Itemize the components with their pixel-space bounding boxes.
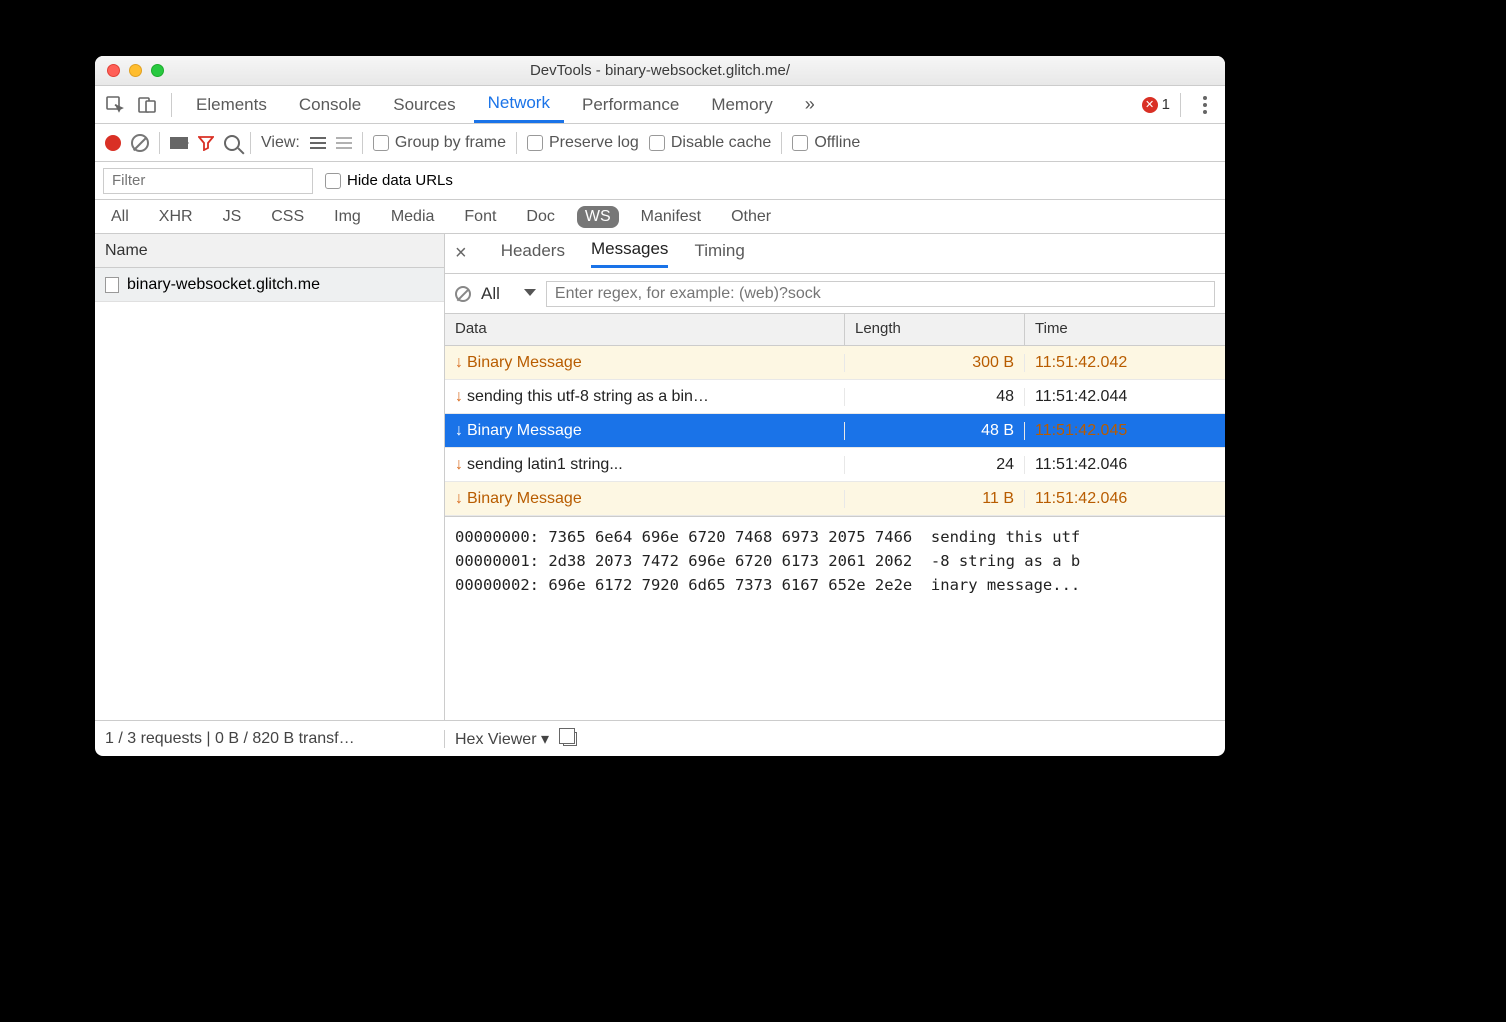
copy-icon[interactable]: [563, 732, 577, 746]
type-filter-font[interactable]: Font: [456, 206, 504, 228]
view-label: View:: [261, 134, 300, 152]
message-regex-input[interactable]: [546, 281, 1215, 307]
screenshot-icon[interactable]: [170, 137, 188, 149]
detail-tabs: × Headers Messages Timing: [445, 234, 1225, 274]
network-toolbar: View: Group by frame Preserve log Disabl…: [95, 124, 1225, 162]
panel-tab-network[interactable]: Network: [474, 86, 564, 123]
devtools-window: DevTools - binary-websocket.glitch.me/ E…: [95, 56, 1225, 756]
col-data[interactable]: Data: [445, 314, 845, 345]
split-pane: Name binary-websocket.glitch.me × Header…: [95, 234, 1225, 720]
device-toolbar-icon[interactable]: [133, 91, 161, 119]
panel-tab-performance[interactable]: Performance: [568, 86, 693, 123]
close-detail-icon[interactable]: ×: [455, 242, 467, 265]
message-row[interactable]: ↓sending latin1 string...2411:51:42.046: [445, 448, 1225, 482]
divider: [171, 93, 172, 117]
panel-tab-sources[interactable]: Sources: [379, 86, 469, 123]
message-row[interactable]: ↓Binary Message300 B11:51:42.042: [445, 346, 1225, 380]
arrow-down-icon: ↓: [455, 422, 463, 440]
document-icon: [105, 277, 119, 293]
arrow-down-icon: ↓: [455, 490, 463, 508]
detail-tab-headers[interactable]: Headers: [501, 241, 565, 267]
filter-icon[interactable]: [198, 135, 214, 151]
detail-tab-messages[interactable]: Messages: [591, 239, 668, 268]
panel-tabs: ElementsConsoleSourcesNetworkPerformance…: [95, 86, 1225, 124]
request-name: binary-websocket.glitch.me: [127, 276, 320, 294]
name-column-header[interactable]: Name: [95, 234, 444, 268]
divider: [1180, 93, 1181, 117]
type-filter-js[interactable]: JS: [215, 206, 250, 228]
arrow-down-icon: ↓: [455, 354, 463, 372]
offline-checkbox[interactable]: Offline: [792, 134, 860, 152]
panel-tab-memory[interactable]: Memory: [697, 86, 786, 123]
type-filter-all[interactable]: All: [103, 206, 137, 228]
small-rows-icon[interactable]: [336, 137, 352, 149]
large-rows-icon[interactable]: [310, 137, 326, 149]
col-length[interactable]: Length: [845, 314, 1025, 345]
kebab-menu[interactable]: [1191, 91, 1219, 119]
record-button[interactable]: [105, 135, 121, 151]
status-summary: 1 / 3 requests | 0 B / 820 B transf…: [95, 730, 445, 748]
request-row[interactable]: binary-websocket.glitch.me: [95, 268, 444, 302]
clear-messages-icon[interactable]: [455, 286, 471, 302]
message-row[interactable]: ↓Binary Message11 B11:51:42.046: [445, 482, 1225, 516]
message-row[interactable]: ↓sending this utf-8 string as a bin…4811…: [445, 380, 1225, 414]
type-filter-manifest[interactable]: Manifest: [633, 206, 709, 228]
filter-row: Hide data URLs: [95, 162, 1225, 200]
error-count[interactable]: ✕ 1: [1142, 96, 1170, 113]
clear-button[interactable]: [131, 134, 149, 152]
hex-viewer[interactable]: 00000000: 7365 6e64 696e 6720 7468 6973 …: [445, 516, 1225, 720]
hex-viewer-dropdown[interactable]: Hex Viewer ▾: [455, 729, 549, 749]
messages-table-body: ↓Binary Message300 B11:51:42.042↓sending…: [445, 346, 1225, 516]
detail-tab-timing[interactable]: Timing: [694, 241, 744, 267]
direction-dropdown[interactable]: All: [481, 284, 536, 304]
requests-pane: Name binary-websocket.glitch.me: [95, 234, 445, 720]
type-filter-media[interactable]: Media: [383, 206, 443, 228]
type-filter-doc[interactable]: Doc: [518, 206, 562, 228]
panel-overflow[interactable]: »: [791, 86, 826, 123]
messages-table-header: Data Length Time: [445, 314, 1225, 346]
window-title: DevTools - binary-websocket.glitch.me/: [95, 62, 1225, 79]
status-bar: 1 / 3 requests | 0 B / 820 B transf… Hex…: [95, 720, 1225, 756]
panel-tab-console[interactable]: Console: [285, 86, 375, 123]
arrow-down-icon: ↓: [455, 388, 463, 406]
messages-filter-row: All: [445, 274, 1225, 314]
arrow-down-icon: ↓: [455, 456, 463, 474]
type-filter-xhr[interactable]: XHR: [151, 206, 201, 228]
panel-tab-elements[interactable]: Elements: [182, 86, 281, 123]
type-filter-css[interactable]: CSS: [263, 206, 312, 228]
inspect-element-icon[interactable]: [101, 91, 129, 119]
type-filter-other[interactable]: Other: [723, 206, 779, 228]
error-icon: ✕: [1142, 97, 1158, 113]
disable-cache-checkbox[interactable]: Disable cache: [649, 134, 772, 152]
type-filters: All XHR JS CSS Img Media Font Doc WS Manifest Othe…: [95, 200, 1225, 234]
filter-input[interactable]: [103, 168, 313, 194]
message-row[interactable]: ↓Binary Message48 B11:51:42.045: [445, 414, 1225, 448]
chevron-down-icon: [524, 289, 536, 302]
titlebar: DevTools - binary-websocket.glitch.me/: [95, 56, 1225, 86]
type-filter-img[interactable]: Img: [326, 206, 369, 228]
group-by-frame-checkbox[interactable]: Group by frame: [373, 134, 506, 152]
col-time[interactable]: Time: [1025, 314, 1225, 345]
search-icon[interactable]: [224, 135, 240, 151]
preserve-log-checkbox[interactable]: Preserve log: [527, 134, 639, 152]
detail-pane: × Headers Messages Timing All Data Length …: [445, 234, 1225, 720]
type-filter-ws[interactable]: WS: [577, 206, 619, 228]
hide-data-urls-checkbox[interactable]: Hide data URLs: [325, 172, 453, 189]
